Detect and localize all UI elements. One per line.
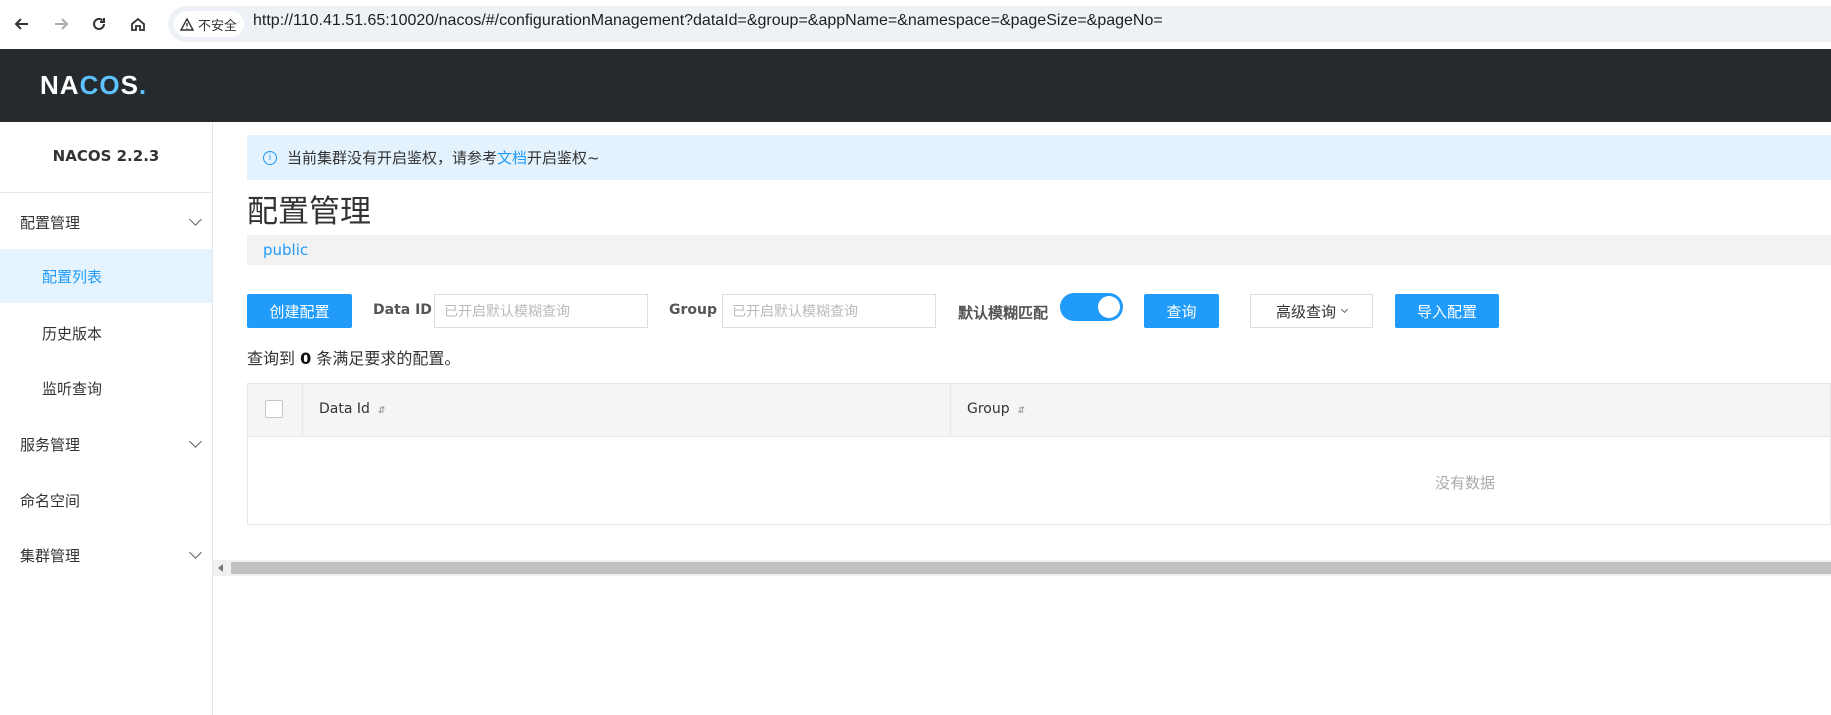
- home-icon: [131, 17, 145, 31]
- auth-notice: i 当前集群没有开启鉴权，请参考 文档 开启鉴权~: [247, 135, 1831, 180]
- home-button[interactable]: [126, 12, 150, 36]
- back-button[interactable]: [10, 12, 34, 36]
- query-button[interactable]: 查询: [1144, 294, 1219, 328]
- toggle-knob: [1098, 296, 1120, 318]
- sidebar-item-label: 配置列表: [42, 267, 103, 286]
- fuzzy-match-label: 默认模糊匹配: [958, 304, 1049, 322]
- namespace-bar: public: [247, 235, 1831, 265]
- sort-icon[interactable]: ⇵: [1018, 406, 1026, 416]
- import-config-button[interactable]: 导入配置: [1395, 294, 1499, 328]
- sidebar-item-config-management[interactable]: 配置管理: [0, 195, 212, 249]
- nacos-logo[interactable]: NACOS.: [40, 70, 147, 101]
- docs-link[interactable]: 文档: [497, 147, 527, 168]
- result-count: 0: [300, 349, 312, 368]
- sidebar-item-label: 历史版本: [42, 324, 103, 343]
- advanced-query-button[interactable]: 高级查询: [1250, 294, 1373, 328]
- empty-state-text: 没有数据: [1435, 474, 1496, 492]
- warning-icon: [180, 17, 194, 31]
- sidebar-item-label: 命名空间: [20, 491, 81, 510]
- result-summary: 查询到 0 条满足要求的配置。: [247, 349, 461, 368]
- forward-button[interactable]: [49, 12, 73, 36]
- sidebar-item-namespace[interactable]: 命名空间: [0, 473, 212, 527]
- table-header: Data Id ⇵ Group ⇵: [248, 384, 1830, 437]
- sidebar-item-cluster-management[interactable]: 集群管理: [0, 528, 212, 582]
- column-divider: [950, 384, 951, 436]
- reload-button[interactable]: [87, 12, 111, 36]
- page-title: 配置管理: [247, 194, 371, 230]
- chevron-down-icon: [189, 435, 202, 448]
- group-input[interactable]: 已开启默认模糊查询: [722, 294, 936, 328]
- column-divider: [302, 384, 303, 436]
- column-header-group[interactable]: Group ⇵: [967, 401, 1025, 417]
- security-chip[interactable]: 不安全: [174, 11, 244, 37]
- notice-text-tail: 开启鉴权~: [527, 149, 600, 167]
- sidebar-item-listener-query[interactable]: 监听查询: [0, 361, 212, 415]
- horizontal-scrollbar[interactable]: [213, 560, 1831, 576]
- sidebar-item-label: 集群管理: [20, 546, 81, 565]
- reload-icon: [93, 17, 105, 30]
- sidebar-item-config-list[interactable]: 配置列表: [0, 249, 212, 303]
- sidebar-item-service-management[interactable]: 服务管理: [0, 417, 212, 471]
- fuzzy-match-toggle[interactable]: [1060, 293, 1123, 321]
- dataid-label: Data ID: [373, 302, 432, 318]
- top-header: [0, 49, 1831, 122]
- scrollbar-thumb[interactable]: [231, 562, 1831, 574]
- scroll-left-icon[interactable]: [218, 564, 223, 572]
- sidebar-item-label: 服务管理: [20, 435, 81, 454]
- url-text[interactable]: http://110.41.51.65:10020/nacos/#/config…: [253, 12, 1163, 30]
- version-label: NACOS 2.2.3: [52, 147, 160, 165]
- notice-text: 当前集群没有开启鉴权，请参考: [287, 149, 498, 167]
- chevron-down-icon: [189, 213, 202, 226]
- sidebar-divider: [0, 192, 212, 193]
- forward-arrow-icon: [55, 18, 69, 30]
- chevron-down-icon: [189, 546, 202, 559]
- chevron-down-icon: [1340, 305, 1349, 314]
- sidebar-item-history[interactable]: 历史版本: [0, 306, 212, 360]
- group-label: Group: [669, 302, 718, 318]
- column-header-dataid[interactable]: Data Id ⇵: [319, 401, 385, 417]
- sidebar-item-label: 监听查询: [42, 379, 103, 398]
- info-icon: i: [263, 150, 277, 165]
- sidebar-item-label: 配置管理: [20, 213, 81, 232]
- browser-toolbar: 不安全 http://110.41.51.65:10020/nacos/#/co…: [0, 0, 1831, 50]
- sort-icon[interactable]: ⇵: [378, 406, 386, 416]
- select-all-checkbox[interactable]: [265, 400, 283, 418]
- config-table: Data Id ⇵ Group ⇵ 没有数据: [247, 383, 1831, 525]
- back-arrow-icon: [14, 18, 28, 30]
- create-config-button[interactable]: 创建配置: [247, 294, 352, 328]
- namespace-public[interactable]: public: [263, 241, 308, 259]
- advanced-query-label: 高级查询: [1275, 302, 1336, 321]
- security-label: 不安全: [198, 18, 238, 34]
- dataid-input[interactable]: 已开启默认模糊查询: [434, 294, 648, 328]
